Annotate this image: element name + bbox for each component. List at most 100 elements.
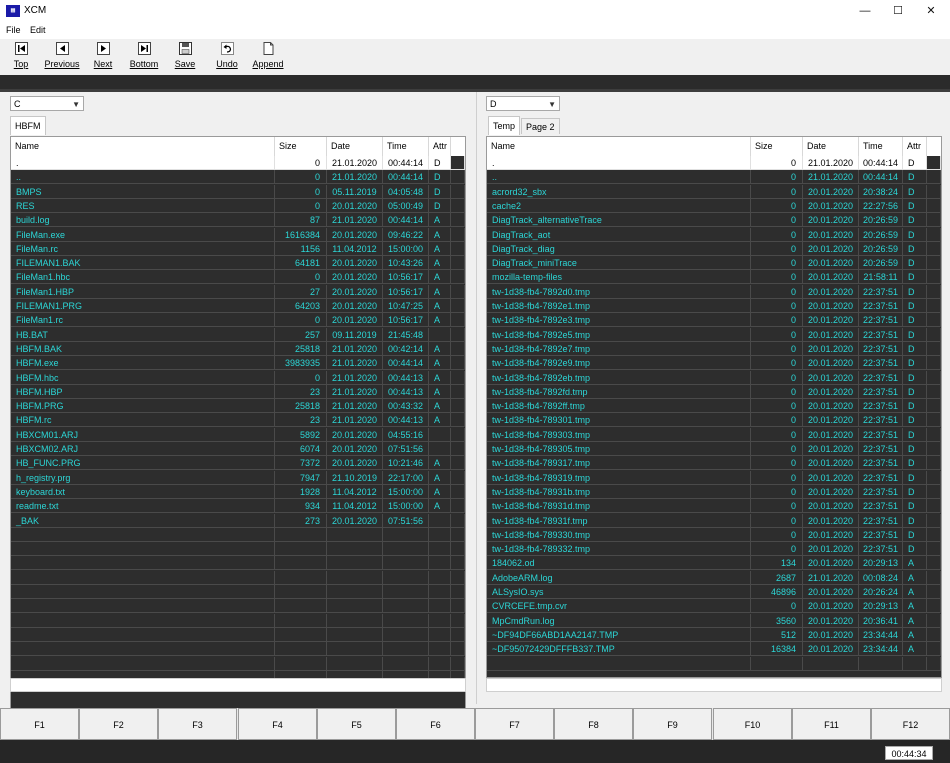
table-row[interactable]: cache2 0 20.01.2020 22:27:56 D [487, 198, 941, 213]
table-row[interactable]: . 0 21.01.2020 00:44:14 D [11, 156, 465, 170]
column-header-time[interactable]: Time [383, 137, 429, 156]
table-row[interactable]: FILEMAN1.PRG 64203 20.01.2020 10:47:25 A [11, 299, 465, 313]
table-row[interactable]: HBFM.HBP 23 21.01.2020 00:44:13 A [11, 384, 465, 399]
table-row[interactable]: tw-1d38-fb4-7892e5.tmp 0 20.01.2020 22:37:5… [487, 327, 941, 342]
column-header-attr[interactable]: Attr [429, 137, 451, 156]
fkey-f2-button[interactable]: F2 [79, 708, 158, 740]
fkey-f1-button[interactable]: F1 [0, 708, 79, 740]
table-row[interactable]: tw-1d38-fb4-78931b.tmp 0 20.01.2020 22:37:5… [487, 484, 941, 499]
table-row[interactable]: ALSysIO.sys 46896 20.01.2020 20:26:24 A [487, 585, 941, 599]
table-row[interactable]: FileMan.rc 1156 11.04.2012 15:00:00 A [11, 241, 465, 256]
table-row[interactable]: tw-1d38-fb4-789303.tmp 0 20.01.2020 22:37:5… [487, 427, 941, 442]
table-row[interactable]: .. 0 21.01.2020 00:44:14 D [487, 170, 941, 185]
table-row[interactable]: DiagTrack_alternativeTrace 0 20.01.2020 20:… [487, 213, 941, 228]
table-row[interactable]: build.log 87 21.01.2020 00:44:14 A [11, 213, 465, 228]
close-icon[interactable]: ✕ [914, 0, 948, 23]
column-header-time[interactable]: Time [859, 137, 903, 156]
fkey-f3-button[interactable]: F3 [158, 708, 237, 740]
table-row[interactable]: tw-1d38-fb4-789319.tmp 0 20.01.2020 22:37:5… [487, 470, 941, 485]
table-row[interactable]: HBFM.hbc 0 21.01.2020 00:44:13 A [11, 370, 465, 385]
table-row[interactable]: tw-1d38-fb4-789301.tmp 0 20.01.2020 22:37:5… [487, 413, 941, 428]
column-header-size[interactable]: Size [751, 137, 803, 156]
next-button[interactable]: Next [90, 42, 116, 72]
table-row[interactable]: tw-1d38-fb4-7892fd.tmp 0 20.01.2020 22:37:5… [487, 384, 941, 399]
top-button[interactable]: Top [8, 42, 34, 72]
table-row[interactable]: tw-1d38-fb4-7892e7.tmp 0 20.01.2020 22:37:5… [487, 341, 941, 356]
table-row[interactable]: tw-1d38-fb4-789332.tmp 0 20.01.2020 22:37:5… [487, 542, 941, 557]
left-file-grid[interactable]: Name Size Date Time Attr. 0 21.01.2020 00:44:14… [10, 136, 466, 722]
fkey-f9-button[interactable]: F9 [633, 708, 712, 740]
menu-edit[interactable]: Edit [30, 25, 46, 35]
table-row[interactable]: 184062.od 134 20.01.2020 20:29:13 A [487, 556, 941, 571]
fkey-f11-button[interactable]: F11 [792, 708, 871, 740]
table-row[interactable]: RES 0 20.01.2020 05:00:49 D [11, 198, 465, 213]
tab-page-2[interactable]: Page 2 [521, 118, 560, 134]
table-row[interactable]: tw-1d38-fb4-7892d0.tmp 0 20.01.2020 22:37:5… [487, 284, 941, 299]
right-file-grid[interactable]: Name Size Date Time Attr. 0 21.01.2020 00:44:14… [486, 136, 942, 678]
fkey-f6-button[interactable]: F6 [396, 708, 475, 740]
previous-button[interactable]: Previous [42, 42, 82, 72]
table-row[interactable]: tw-1d38-fb4-7892e1.tmp 0 20.01.2020 22:37:5… [487, 299, 941, 313]
column-header-date[interactable]: Date [803, 137, 859, 156]
table-row[interactable]: HBFM.exe 3983935 21.01.2020 00:44:14 A [11, 356, 465, 371]
table-row[interactable]: tw-1d38-fb4-789330.tmp 0 20.01.2020 22:37:5… [487, 527, 941, 542]
table-row[interactable]: DiagTrack_aot 0 20.01.2020 20:26:59 D [487, 227, 941, 242]
save-button[interactable]: Save [172, 42, 198, 72]
table-row[interactable]: FILEMAN1.BAK 64181 20.01.2020 10:43:26 A [11, 256, 465, 271]
bottom-button[interactable]: Bottom [128, 42, 160, 72]
table-row[interactable]: HBFM.rc 23 21.01.2020 00:44:13 A [11, 413, 465, 428]
column-header-name[interactable]: Name [487, 137, 751, 156]
table-row[interactable]: tw-1d38-fb4-7892e3.tmp 0 20.01.2020 22:37:5… [487, 313, 941, 328]
table-row[interactable]: FileMan1.rc 0 20.01.2020 10:56:17 A [11, 313, 465, 328]
column-header-date[interactable]: Date [327, 137, 383, 156]
column-header-size[interactable]: Size [275, 137, 327, 156]
table-row[interactable]: FileMan1.HBP 27 20.01.2020 10:56:17 A [11, 284, 465, 299]
table-row[interactable]: BMPS 0 05.11.2019 04:05:48 D [11, 184, 465, 199]
table-row[interactable]: HBFM.PRG 25818 21.01.2020 00:43:32 A [11, 399, 465, 414]
menu-file[interactable]: File [6, 25, 21, 35]
table-row[interactable]: ~DF94DF66ABD1AA2147.TMP 512 20.01.2020 23:3… [487, 627, 941, 642]
tab-hbfm[interactable]: HBFM [10, 116, 46, 135]
fkey-f8-button[interactable]: F8 [554, 708, 633, 740]
table-row[interactable]: HBXCM01.ARJ 5892 20.01.2020 04:55:16 [11, 427, 465, 442]
table-row[interactable]: tw-1d38-fb4-789305.tmp 0 20.01.2020 22:37:5… [487, 442, 941, 456]
append-button[interactable]: Append [250, 42, 286, 72]
table-row[interactable]: _BAK 273 20.01.2020 07:51:56 [11, 513, 465, 528]
fkey-f4-button[interactable]: F4 [238, 708, 317, 740]
table-row[interactable]: HB_FUNC.PRG 7372 20.01.2020 10:21:46 A [11, 456, 465, 471]
table-row[interactable]: FileMan1.hbc 0 20.01.2020 10:56:17 A [11, 270, 465, 285]
fkey-f10-button[interactable]: F10 [713, 708, 792, 740]
table-row[interactable]: CVRCEFE.tmp.cvr 0 20.01.2020 20:29:13 A [487, 599, 941, 614]
table-row[interactable]: HBXCM02.ARJ 6074 20.01.2020 07:51:56 [11, 442, 465, 456]
table-row[interactable]: DiagTrack_miniTrace 0 20.01.2020 20:26:59 D [487, 256, 941, 271]
table-row[interactable]: tw-1d38-fb4-7892ff.tmp 0 20.01.2020 22:37:5… [487, 399, 941, 414]
table-row[interactable]: AdobeARM.log 2687 21.01.2020 00:08:24 A [487, 570, 941, 585]
table-row[interactable]: h_registry.prg 7947 21.10.2019 22:17:00 A [11, 470, 465, 485]
column-header-attr[interactable]: Attr [903, 137, 927, 156]
right-drive-select[interactable]: D ▼ [486, 96, 560, 111]
fkey-f12-button[interactable]: F12 [871, 708, 950, 740]
table-row[interactable]: DiagTrack_diag 0 20.01.2020 20:26:59 D [487, 241, 941, 256]
column-header-name[interactable]: Name [11, 137, 275, 156]
table-row[interactable]: mozilla-temp-files 0 20.01.2020 21:58:11 D [487, 270, 941, 285]
table-row[interactable]: . 0 21.01.2020 00:44:14 D [487, 156, 941, 170]
fkey-f5-button[interactable]: F5 [317, 708, 396, 740]
maximize-icon[interactable]: ☐ [881, 0, 915, 23]
table-row[interactable]: acrord32_sbx 0 20.01.2020 20:38:24 D [487, 184, 941, 199]
minimize-icon[interactable]: — [848, 0, 882, 23]
table-row[interactable]: MpCmdRun.log 3560 20.01.2020 20:36:41 A [487, 613, 941, 628]
table-row[interactable]: HB.BAT 257 09.11.2019 21:45:48 [11, 327, 465, 342]
table-row[interactable]: HBFM.BAK 25818 21.01.2020 00:42:14 A [11, 341, 465, 356]
table-row[interactable]: tw-1d38-fb4-7892e9.tmp 0 20.01.2020 22:37:5… [487, 356, 941, 371]
table-row[interactable]: .. 0 21.01.2020 00:44:14 D [11, 170, 465, 185]
table-row[interactable]: readme.txt 934 11.04.2012 15:00:00 A [11, 499, 465, 514]
table-row[interactable]: tw-1d38-fb4-78931d.tmp 0 20.01.2020 22:37:5… [487, 499, 941, 514]
table-row[interactable]: tw-1d38-fb4-7892eb.tmp 0 20.01.2020 22:37:5… [487, 370, 941, 385]
table-row[interactable]: ~DF95072429DFFFB337.TMP 16384 20.01.2020 23… [487, 642, 941, 657]
tab-temp[interactable]: Temp [488, 116, 521, 135]
table-row[interactable]: FileMan.exe 1616384 20.01.2020 09:46:22 A [11, 227, 465, 242]
undo-button[interactable]: Undo [214, 42, 240, 72]
table-row[interactable]: keyboard.txt 1928 11.04.2012 15:00:00 A [11, 484, 465, 499]
left-drive-select[interactable]: C ▼ [10, 96, 84, 111]
table-row[interactable]: tw-1d38-fb4-789317.tmp 0 20.01.2020 22:37:5… [487, 456, 941, 471]
